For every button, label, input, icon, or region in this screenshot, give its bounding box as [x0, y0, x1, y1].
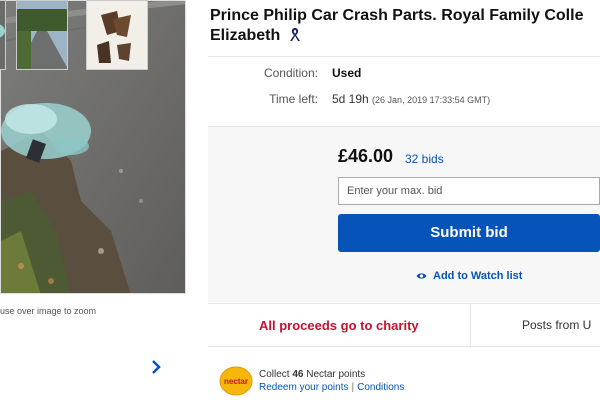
time-left-value: 5d 19h (26 Jan, 2019 17:33:54 GMT) — [332, 92, 490, 106]
submit-bid-button[interactable]: Submit bid — [338, 214, 600, 252]
watch-list-label: Add to Watch list — [433, 270, 523, 282]
nectar-collect-text: Collect 46 Nectar points — [259, 369, 365, 380]
nectar-logo-text: nectar — [224, 377, 248, 386]
title-divider — [208, 56, 600, 57]
charity-notice: All proceeds go to charity — [259, 318, 419, 333]
thumbnail-3[interactable] — [86, 0, 148, 70]
condition-label: Condition: — [263, 66, 318, 80]
condition-value: Used — [332, 66, 361, 80]
conditions-link[interactable]: Conditions — [357, 382, 404, 393]
bid-count-link[interactable]: 32 bids — [405, 152, 444, 166]
thumbnail-1[interactable] — [0, 0, 6, 70]
time-left-text: 5d 19h — [332, 92, 369, 106]
thumbnail-2[interactable] — [16, 0, 68, 70]
parts-photo-thumbnail — [87, 1, 147, 69]
road-photo-thumbnail — [0, 1, 5, 69]
nectar-links: Redeem your points | Conditions — [259, 382, 404, 393]
listing-title-line-2: Elizabeth — [210, 26, 600, 48]
nectar-link-separator: | — [351, 382, 355, 393]
current-price: £46.00 — [338, 146, 394, 166]
add-to-watch-list-link[interactable]: Add to Watch list — [416, 270, 522, 283]
collect-prefix: Collect — [259, 369, 293, 380]
eye-icon — [416, 271, 427, 283]
collect-suffix: Nectar points — [303, 369, 366, 380]
nectar-logo: nectar — [219, 366, 253, 400]
zoom-hint: use over image to zoom — [0, 306, 97, 316]
posts-from-text: Posts from U — [522, 318, 592, 332]
next-thumbnails-chevron-right-icon[interactable] — [150, 360, 164, 376]
awareness-ribbon-icon — [289, 26, 301, 48]
condition-text: Used — [332, 66, 362, 80]
street-photo-thumbnail — [17, 1, 67, 69]
auction-end-time: (26 Jan, 2019 17:33:54 GMT) — [372, 95, 491, 105]
time-left-label: Time left: — [269, 92, 318, 106]
listing-title-line-1: Prince Philip Car Crash Parts. Royal Fam… — [210, 7, 584, 24]
info-row-divider — [470, 303, 471, 347]
max-bid-input[interactable] — [338, 177, 600, 205]
redeem-points-link[interactable]: Redeem your points — [259, 382, 349, 393]
nectar-points-count: 46 — [292, 369, 304, 380]
listing-title-text: Elizabeth — [210, 27, 281, 44]
